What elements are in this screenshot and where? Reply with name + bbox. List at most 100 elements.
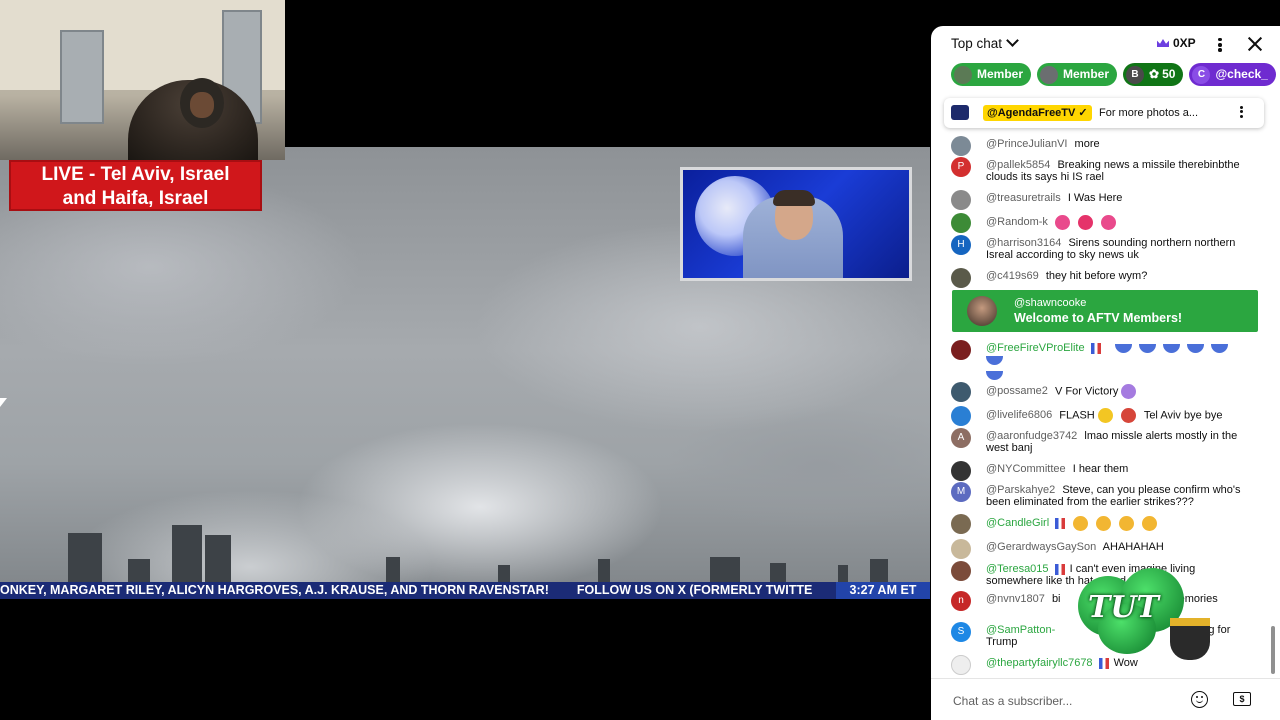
emoji-icon[interactable]: [1191, 691, 1208, 708]
skyline-building: [498, 565, 510, 583]
channel-logo-icon: [951, 105, 969, 120]
author-name[interactable]: @aaronfudge3742: [986, 430, 1077, 442]
super-chat-icon[interactable]: $: [1233, 692, 1251, 706]
author-name[interactable]: @pallek5854: [986, 159, 1050, 171]
chat-scrollbar[interactable]: [1271, 626, 1275, 674]
skyline-building: [838, 565, 848, 583]
chat-input[interactable]: [951, 691, 1185, 711]
hand-emoji-icon: [1054, 215, 1070, 230]
avatar: [951, 340, 971, 360]
skyline-building: [770, 563, 786, 583]
chip-label: @check_: [1215, 67, 1268, 81]
sticker-text: TUT: [1088, 590, 1159, 625]
author-name[interactable]: @FreeFireVProElite: [986, 342, 1085, 354]
webcam-overlay: [0, 0, 285, 160]
member-chip[interactable]: Member: [1037, 63, 1118, 86]
author-name[interactable]: @possame2: [986, 385, 1048, 397]
banner-line-1: LIVE - Tel Aviv, Israel: [41, 164, 230, 185]
message-text: they hit before wym?: [1045, 270, 1148, 282]
avatar: [951, 461, 971, 481]
chat-message: @FreeFireVProElite: [951, 340, 1251, 380]
chat-message: H @harrison3164 Sirens sounding northern…: [951, 235, 1251, 261]
pinned-message[interactable]: @AgendaFreeTV ✓ For more photos a...: [944, 98, 1264, 128]
chat-message: @treasuretrails I Was Here: [951, 190, 1251, 210]
welcome-author[interactable]: @shawncooke: [1014, 297, 1086, 309]
gift-chip[interactable]: B ✿ 50: [1123, 63, 1184, 86]
author-name[interactable]: @nvnv1807: [986, 593, 1045, 605]
avatar: A: [951, 428, 971, 448]
user-chip[interactable]: C @check_: [1189, 63, 1276, 86]
avatar: H: [951, 235, 971, 255]
author-name[interactable]: @thepartyfairyllc7678: [986, 657, 1093, 669]
avatar: [951, 382, 971, 402]
chip-avatar: C: [1192, 65, 1211, 84]
more-options-icon[interactable]: [1215, 36, 1225, 54]
member-badge-icon: [1090, 342, 1101, 354]
chat-mode-label: Top chat: [951, 36, 1003, 51]
author-name[interactable]: @Random-k: [986, 216, 1048, 228]
close-icon[interactable]: [1247, 36, 1263, 52]
author-name[interactable]: @livelife6806: [986, 409, 1052, 421]
pray-emoji-icon: [1073, 516, 1089, 531]
chat-message: P @pallek5854 Breaking news a missile th…: [951, 157, 1251, 183]
bird-emoji-icon: [986, 355, 1003, 365]
pinned-author: @AgendaFreeTV ✓: [983, 105, 1092, 121]
avatar: [967, 296, 997, 326]
chat-message: @CandleGirl: [951, 514, 1251, 534]
avatar: [951, 655, 971, 675]
victory-hand-emoji-icon: [1121, 384, 1137, 399]
avatar: [951, 406, 971, 426]
chip-avatar: [954, 65, 972, 84]
avatar: M: [951, 482, 971, 502]
avatar: n: [951, 591, 971, 611]
message-text: more: [1074, 138, 1100, 150]
chat-message: @possame2 V For Victory: [951, 382, 1251, 402]
ticker-time: 3:27 AM ET: [836, 582, 930, 599]
author-name[interactable]: @CandleGirl: [986, 517, 1049, 529]
skyline-building: [205, 535, 231, 583]
ticker-text-right: FOLLOW US ON X (FORMERLY TWITTE: [576, 583, 813, 597]
author-name[interactable]: @NYCommittee: [986, 463, 1066, 475]
author-name[interactable]: @treasuretrails: [986, 192, 1061, 204]
chat-message: @thepartyfairyllc7678 Wow: [951, 655, 1251, 675]
pinned-text: For more photos a...: [1099, 107, 1199, 119]
pinned-more-icon[interactable]: [1237, 104, 1245, 122]
chip-avatar: B: [1126, 65, 1145, 84]
news-ticker: ONKEY, MARGARET RILEY, ALICYN HARGROVES,…: [0, 582, 930, 599]
pray-emoji-icon: [1096, 516, 1112, 531]
bird-emoji-icon: [1210, 343, 1228, 353]
avatar: [951, 190, 971, 210]
xp-badge[interactable]: 0XP: [1157, 36, 1196, 50]
bird-emoji-icon: [986, 371, 1003, 380]
member-chip[interactable]: Member: [951, 63, 1032, 86]
chat-message: A @aaronfudge3742 lmao missle alerts mos…: [951, 428, 1251, 454]
message-text: I hear them: [1072, 463, 1129, 475]
author-name[interactable]: @Teresa015: [986, 563, 1049, 575]
chip-label: 50: [1162, 67, 1176, 81]
avatar: [951, 268, 971, 288]
chat-message: M @Parskahye2 Steve, can you please conf…: [951, 482, 1251, 508]
avatar: P: [951, 157, 971, 177]
lightning-emoji-icon: [1097, 408, 1113, 423]
pray-emoji-icon: [1119, 516, 1135, 531]
author-name[interactable]: @harrison3164: [986, 237, 1061, 249]
chat-message: @NYCommittee I hear them: [951, 461, 1251, 481]
author-name[interactable]: @PrinceJulianVI: [986, 138, 1067, 150]
chat-mode-dropdown[interactable]: Top chat: [951, 34, 1019, 51]
chip-label: Member: [977, 67, 1024, 81]
author-name[interactable]: @SamPatton-: [986, 624, 1055, 636]
webcam-person-face: [190, 92, 214, 118]
skyline-building: [172, 525, 202, 583]
chat-message: @GerardwaysGaySon AHAHAHAH: [951, 539, 1251, 559]
message-text: AHAHAHAH: [1102, 541, 1164, 553]
avatar: [951, 539, 971, 559]
banner-line-2: and Haifa, Israel: [62, 188, 209, 209]
author-name[interactable]: @GerardwaysGaySon: [986, 541, 1096, 553]
author-name[interactable]: @Parskahye2: [986, 484, 1055, 496]
skyline-building: [128, 559, 150, 583]
gift-icon: ✿: [1149, 67, 1160, 81]
message-text: Wow: [1113, 657, 1138, 669]
author-name[interactable]: @c419s69: [986, 270, 1039, 282]
member-chip-row: Member Member B ✿ 50 C @check_: [951, 63, 1280, 86]
webcam-door: [60, 30, 104, 124]
